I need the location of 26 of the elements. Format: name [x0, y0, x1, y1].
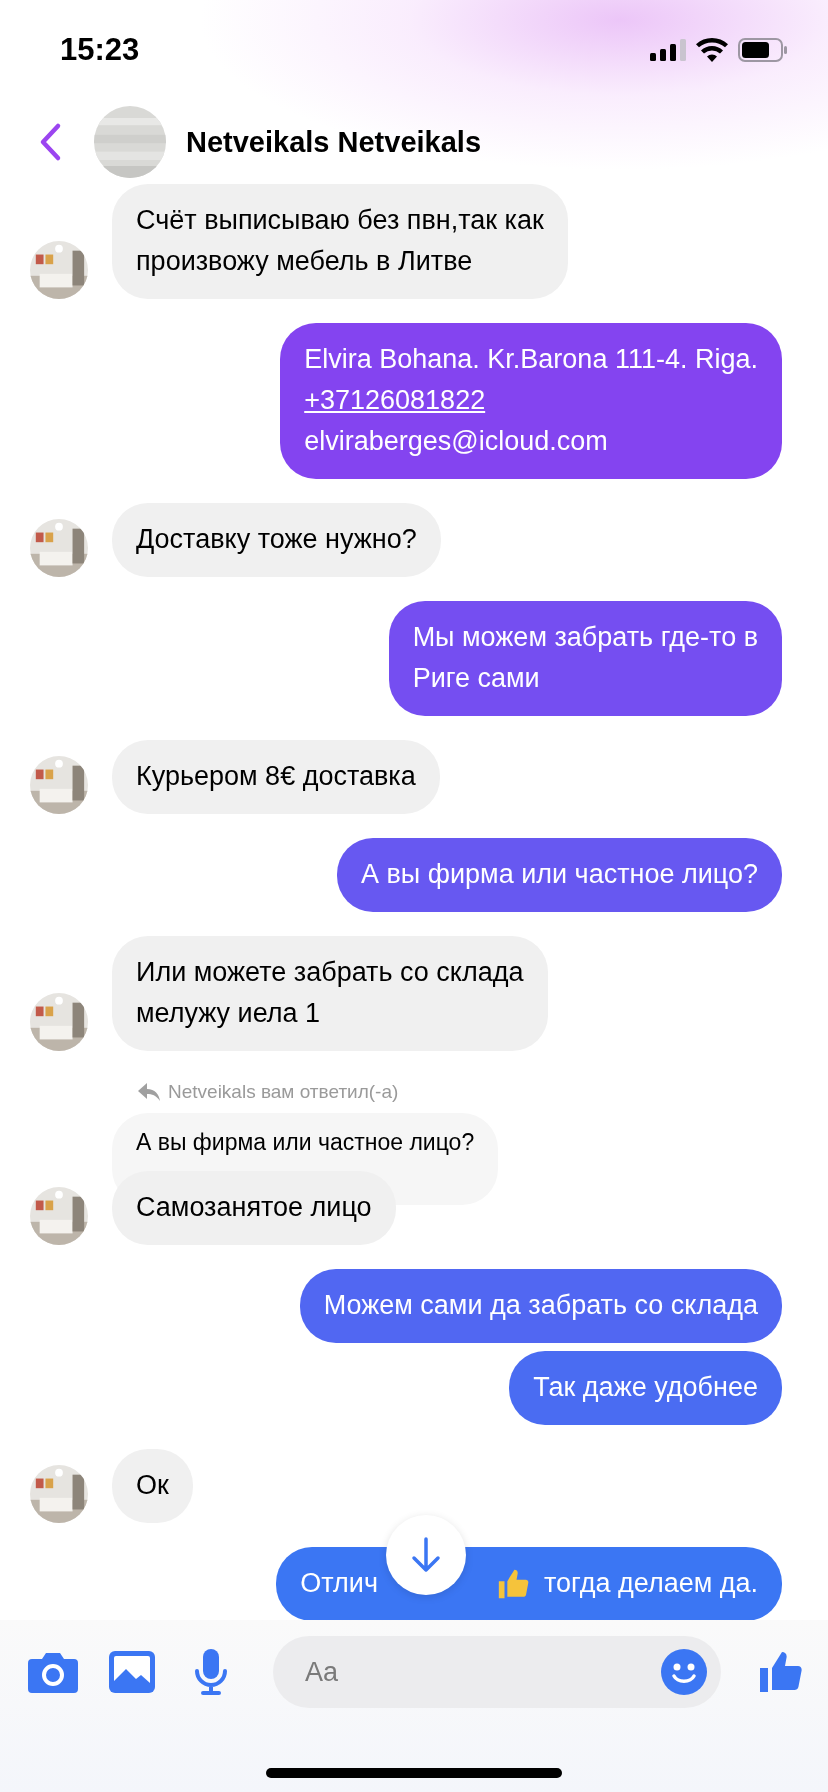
- phone-link[interactable]: +37126081822: [304, 385, 486, 415]
- message-bubble: Курьером 8€ доставка: [112, 740, 440, 814]
- message-bubble: Счёт выписываю без пвн,так как произвожу мебель в Литве: [112, 184, 568, 299]
- message-field[interactable]: Aa: [273, 1636, 721, 1708]
- contact-name: Netveikals Netveikals: [186, 125, 482, 159]
- message-bubble: Так даже удобнее: [509, 1351, 782, 1425]
- back-button[interactable]: [38, 122, 62, 162]
- message-bubble: Или можете забрать со склада мелужу иела 1: [112, 936, 548, 1051]
- scroll-down-button[interactable]: [386, 1515, 466, 1595]
- reply-icon: [138, 1083, 160, 1101]
- battery-icon: [738, 38, 788, 62]
- message-bubble: Можем сами да забрать со склада: [299, 1269, 782, 1343]
- text-input[interactable]: Aa: [303, 1655, 661, 1689]
- reply-text: Netveikals вам ответил(-а): [168, 1081, 399, 1103]
- wifi-icon: [696, 38, 728, 62]
- signal-icon: [650, 39, 686, 61]
- message-bubble: Доставку тоже нужно?: [112, 503, 441, 577]
- message-bubble: Elvira Bohana. Kr.Barona 111-4. Riga. +37126081822 elviraberges@icloud.com: [280, 323, 782, 479]
- emoji-icon[interactable]: [661, 1649, 707, 1695]
- message-bubble: Отлич тогда делаем да.: [276, 1547, 782, 1621]
- message-bubble: Ок: [112, 1449, 193, 1523]
- message-bubble: Мы можем забрать где-то в Риге сами: [388, 601, 782, 716]
- arrow-down-icon: [409, 1536, 443, 1574]
- status-time: 15:23: [60, 32, 140, 68]
- message-bubble: Самозанятое лицо: [112, 1171, 396, 1245]
- message-bubble: А вы фирма или частное лицо?: [337, 838, 782, 912]
